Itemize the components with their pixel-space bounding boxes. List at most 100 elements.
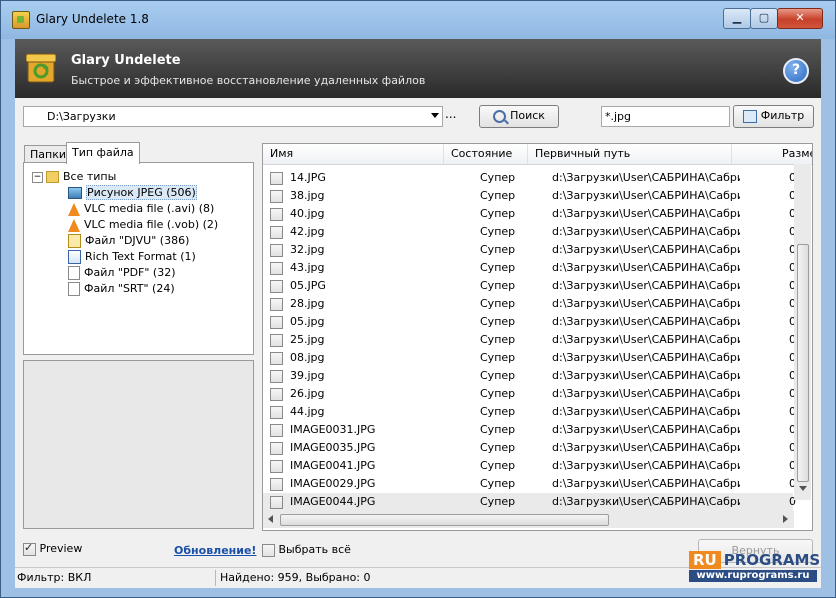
cell-path: d:\Загрузки\User\САБРИНА\Сабрина\ [552, 495, 740, 508]
table-row[interactable]: IMAGE0035.JPG Супер d:\Загрузки\User\САБРИ… [263, 439, 796, 457]
table-row[interactable]: 14.JPG Супер d:\Загрузки\User\САБРИНА\Сабр… [263, 169, 796, 187]
row-checkbox[interactable] [270, 496, 283, 509]
preview-panel [23, 360, 254, 529]
tree-item-label: Рисунок JPEG (506) [86, 185, 197, 200]
tree-item-label: VLC media file (.avi) (8) [84, 202, 215, 215]
row-checkbox[interactable] [270, 226, 283, 239]
cell-name: IMAGE0044.JPG [290, 495, 376, 508]
cell-name: 25.jpg [290, 333, 325, 346]
title-bar[interactable]: Glary Undelete 1.8 ▁ ▢ ✕ [1, 1, 835, 39]
tree-item[interactable]: Рисунок JPEG (506) [68, 185, 197, 200]
vertical-scroll-thumb[interactable] [797, 244, 809, 482]
tree-item[interactable]: VLC media file (.avi) (8) [68, 201, 214, 216]
table-row[interactable]: 05.jpg Супер d:\Загрузки\User\САБРИНА\Сабр… [263, 313, 796, 331]
maximize-button[interactable]: ▢ [750, 8, 778, 29]
tab-filetype[interactable]: Тип файла [66, 142, 140, 164]
row-checkbox[interactable] [270, 406, 283, 419]
select-all-check-icon[interactable] [262, 543, 275, 557]
tree-item[interactable]: VLC media file (.vob) (2) [68, 217, 218, 232]
scroll-down-icon[interactable] [799, 486, 807, 491]
row-checkbox[interactable] [270, 388, 283, 401]
table-row[interactable]: IMAGE0031.JPG Супер d:\Загрузки\User\САБРИ… [263, 421, 796, 439]
select-all-checkbox[interactable]: Выбрать всё [262, 543, 351, 557]
table-row[interactable]: IMAGE0044.JPG Супер d:\Загрузки\User\САБРИ… [263, 493, 796, 511]
row-checkbox[interactable] [270, 442, 283, 455]
table-row[interactable]: 32.jpg Супер d:\Загрузки\User\САБРИНА\Сабр… [263, 241, 796, 259]
row-checkbox[interactable] [270, 460, 283, 473]
vertical-scrollbar[interactable] [794, 164, 811, 500]
select-all-label: Выбрать всё [278, 543, 351, 556]
row-checkbox[interactable] [270, 190, 283, 203]
cell-state: Супер [480, 405, 516, 418]
column-header-size[interactable]: Разме [775, 144, 812, 164]
row-checkbox[interactable] [270, 334, 283, 347]
table-row[interactable]: 39.jpg Супер d:\Загрузки\User\САБРИНА\Сабр… [263, 367, 796, 385]
row-checkbox[interactable] [270, 352, 283, 365]
tree-root-label: Все типы [63, 170, 117, 183]
column-header-path[interactable]: Первичный путь [528, 144, 732, 164]
minimize-button[interactable]: ▁ [723, 8, 751, 29]
table-row[interactable]: 26.jpg Супер d:\Загрузки\User\САБРИНА\Сабр… [263, 385, 796, 403]
table-row[interactable]: 40.jpg Супер d:\Загрузки\User\САБРИНА\Сабр… [263, 205, 796, 223]
tree-item-label: Rich Text Format (1) [85, 250, 196, 263]
tree-item[interactable]: Файл "PDF" (32) [68, 265, 176, 280]
cell-state: Супер [480, 171, 516, 184]
tree-item[interactable]: Файл "DJVU" (386) [68, 233, 189, 248]
chevron-down-icon[interactable] [431, 113, 439, 118]
header-banner: Glary Undelete Быстрое и эффективное вос… [15, 39, 821, 98]
row-checkbox[interactable] [270, 298, 283, 311]
update-link[interactable]: Обновление! [174, 544, 256, 557]
cell-state: Супер [480, 459, 516, 472]
tree-root[interactable]: − Все типы [32, 169, 116, 184]
row-checkbox[interactable] [270, 172, 283, 185]
scroll-left-icon[interactable] [268, 515, 273, 523]
preview-checkbox[interactable]: Preview [23, 541, 82, 556]
cell-state: Супер [480, 279, 516, 292]
row-checkbox[interactable] [270, 370, 283, 383]
path-combobox[interactable]: D:\Загрузки [23, 106, 443, 127]
column-header-state[interactable]: Состояние [444, 144, 528, 164]
horizontal-scroll-thumb[interactable] [280, 514, 609, 526]
column-header-name[interactable]: Имя [263, 144, 444, 164]
table-row[interactable]: 28.jpg Супер d:\Загрузки\User\САБРИНА\Сабр… [263, 295, 796, 313]
cell-name: 39.jpg [290, 369, 325, 382]
table-row[interactable]: IMAGE0041.JPG Супер d:\Загрузки\User\САБРИ… [263, 457, 796, 475]
tree-item[interactable]: Файл "SRT" (24) [68, 281, 175, 296]
table-row[interactable]: 08.jpg Супер d:\Загрузки\User\САБРИНА\Сабр… [263, 349, 796, 367]
table-row[interactable]: 05.JPG Супер d:\Загрузки\User\САБРИНА\Сабр… [263, 277, 796, 295]
table-row[interactable]: 42.jpg Супер d:\Загрузки\User\САБРИНА\Сабр… [263, 223, 796, 241]
watermark-url: www.ruprograms.ru [689, 570, 817, 582]
row-checkbox[interactable] [270, 244, 283, 257]
horizontal-scrollbar[interactable] [263, 511, 794, 528]
table-row[interactable]: 25.jpg Супер d:\Загрузки\User\САБРИНА\Сабр… [263, 331, 796, 349]
preview-check-icon[interactable] [23, 541, 36, 556]
browse-button[interactable]: ... [445, 107, 456, 121]
cell-name: IMAGE0041.JPG [290, 459, 376, 472]
row-checkbox[interactable] [270, 208, 283, 221]
cell-state: Супер [480, 387, 516, 400]
help-icon[interactable]: ? [783, 58, 809, 84]
collapse-icon[interactable]: − [32, 171, 43, 183]
table-row[interactable]: 44.jpg Супер d:\Загрузки\User\САБРИНА\Сабр… [263, 403, 796, 421]
table-row[interactable]: IMAGE0029.JPG Супер d:\Загрузки\User\САБРИ… [263, 475, 796, 493]
table-row[interactable]: 43.jpg Супер d:\Загрузки\User\САБРИНА\Сабр… [263, 259, 796, 277]
tree-item[interactable]: Rich Text Format (1) [68, 249, 196, 264]
cell-path: d:\Загрузки\User\САБРИНА\Сабрина\ [552, 207, 740, 220]
table-row[interactable]: 38.jpg Супер d:\Загрузки\User\САБРИНА\Сабр… [263, 187, 796, 205]
scroll-right-icon[interactable] [783, 515, 788, 523]
cell-name: 28.jpg [290, 297, 325, 310]
row-checkbox[interactable] [270, 316, 283, 329]
row-checkbox[interactable] [270, 262, 283, 275]
row-checkbox[interactable] [270, 424, 283, 437]
cell-path: d:\Загрузки\User\САБРИНА\Сабрина\ [552, 477, 740, 490]
cell-path: d:\Загрузки\User\САБРИНА\Сабрина\ [552, 243, 740, 256]
filter-button[interactable]: Фильтр [733, 105, 814, 128]
search-button[interactable]: Поиск [479, 105, 559, 128]
row-checkbox[interactable] [270, 280, 283, 293]
file-mask-value: *.jpg [605, 110, 632, 123]
cell-state: Супер [480, 243, 516, 256]
file-mask-input[interactable]: *.jpg [601, 106, 730, 127]
close-button[interactable]: ✕ [777, 8, 823, 29]
row-checkbox[interactable] [270, 478, 283, 491]
cell-name: 38.jpg [290, 189, 325, 202]
